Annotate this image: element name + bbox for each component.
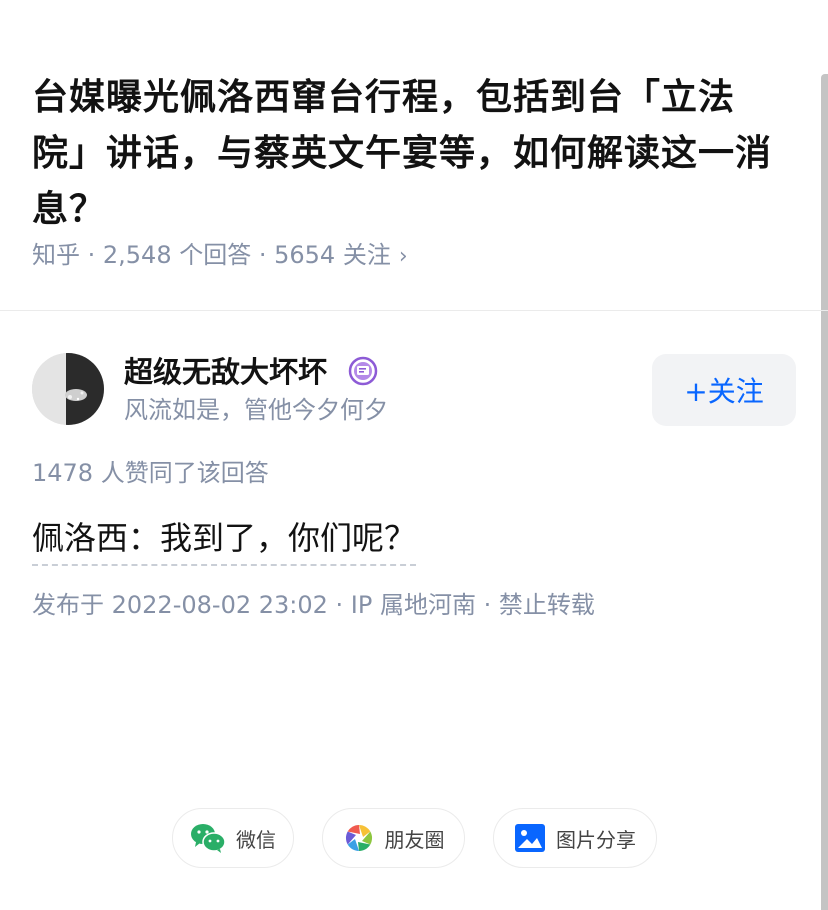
- share-image-button[interactable]: 图片分享: [493, 808, 657, 868]
- answer-content[interactable]: 佩洛西：我到了，你们呢？: [32, 514, 417, 566]
- image-icon: [515, 824, 545, 852]
- share-image-label: 图片分享: [556, 827, 636, 852]
- wechat-icon: [191, 824, 226, 853]
- scrollbar[interactable]: [821, 74, 828, 910]
- share-wechat-label: 微信: [236, 827, 276, 852]
- share-moments-label: 朋友圈: [384, 827, 445, 852]
- publish-info: 发布于 2022-08-02 23:02 · IP 属地河南 · 禁止转载: [32, 591, 595, 619]
- avatar[interactable]: [32, 353, 104, 425]
- question-meta[interactable]: 知乎 · 2,548 个回答 · 5654 关注 ›: [32, 238, 408, 274]
- badge-icon: [348, 356, 378, 386]
- answers-count: 2,548 个回答: [102, 241, 252, 269]
- source-label: 知乎: [32, 241, 80, 269]
- vote-count: 1478 人赞同了该回答: [32, 459, 269, 487]
- author-name[interactable]: 超级无敌大坏坏: [124, 352, 327, 392]
- follow-button[interactable]: +关注: [652, 354, 796, 426]
- question-title[interactable]: 台媒曝光佩洛西窜台行程，包括到台「立法院」讲话，与蔡英文午宴等，如何解读这一消息…: [32, 70, 772, 238]
- share-moments-button[interactable]: 朋友圈: [322, 808, 465, 868]
- chevron-right-icon: ›: [398, 244, 408, 269]
- author-bio: 风流如是，管他今夕何夕: [124, 396, 388, 424]
- followers-count: 5654 关注: [274, 241, 391, 269]
- divider: [0, 310, 828, 311]
- share-wechat-button[interactable]: 微信: [172, 808, 294, 868]
- moments-icon: [345, 824, 372, 852]
